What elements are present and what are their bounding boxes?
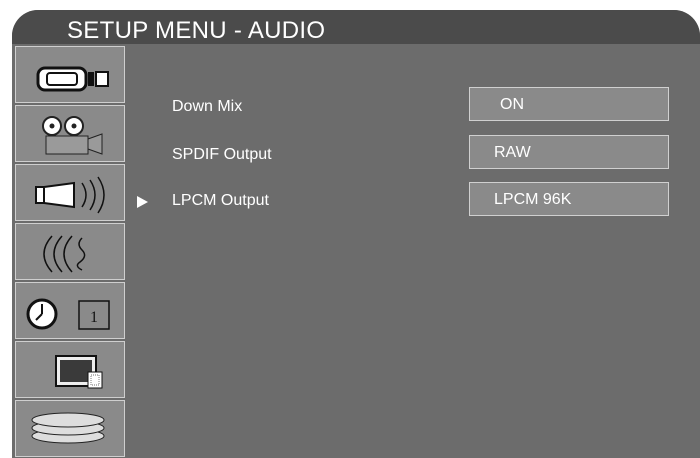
- tv-display-icon: [55, 355, 103, 389]
- video-setup-icon: [42, 116, 103, 155]
- general-setup-icon: [36, 66, 109, 92]
- lpcm-output-value-box[interactable]: LPCM 96K: [469, 182, 669, 216]
- tab-general-setup[interactable]: [15, 46, 125, 103]
- tab-tv-display-setup[interactable]: [15, 341, 125, 398]
- selection-arrow-icon: [137, 196, 148, 208]
- timer-icon: 1: [26, 298, 110, 330]
- menu-title: SETUP MENU - AUDIO: [67, 17, 326, 44]
- setup-category-sidebar: 1: [15, 46, 127, 458]
- down-mix-value: ON: [500, 96, 524, 113]
- tab-video-setup[interactable]: [15, 105, 125, 162]
- surround-icon: [43, 235, 86, 273]
- menu-item-spdif-output-label[interactable]: SPDIF Output: [172, 146, 272, 164]
- disc-icon: [31, 412, 105, 444]
- setup-menu-panel: SETUP MENU - AUDIO 1 Down Mix ON SPDIF O…: [12, 10, 700, 458]
- title-bar: SETUP MENU - AUDIO: [12, 10, 700, 44]
- tab-timer-setup[interactable]: 1: [15, 282, 125, 339]
- tab-audio-setup[interactable]: [15, 164, 125, 221]
- menu-item-lpcm-output-label[interactable]: LPCM Output: [172, 192, 269, 210]
- tab-surround-setup[interactable]: [15, 223, 125, 280]
- down-mix-value-box[interactable]: ON: [469, 87, 669, 121]
- tab-disc-setup[interactable]: [15, 400, 125, 457]
- audio-setup-icon: [35, 176, 105, 214]
- spdif-output-value: RAW: [494, 144, 531, 161]
- menu-item-down-mix-label[interactable]: Down Mix: [172, 98, 242, 116]
- timer-digit: 1: [90, 309, 98, 326]
- lpcm-output-value: LPCM 96K: [494, 191, 572, 208]
- audio-settings-content: Down Mix ON SPDIF Output RAW LPCM Output…: [127, 44, 700, 458]
- spdif-output-value-box[interactable]: RAW: [469, 135, 669, 169]
